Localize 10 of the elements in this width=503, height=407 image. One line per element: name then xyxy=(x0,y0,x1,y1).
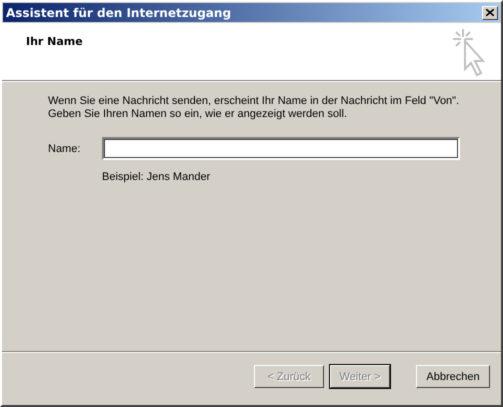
window-title: Assistent für den Internetzugang xyxy=(6,6,232,20)
example-text: Beispiel: Jens Mander xyxy=(102,171,212,183)
close-button[interactable] xyxy=(482,6,498,20)
name-label: Name: xyxy=(48,142,82,154)
page-title: Ihr Name xyxy=(26,35,83,50)
instruction-text: Geben Sie Ihren Namen so ein, wie er angezeigt werden soll. xyxy=(48,108,348,121)
cancel-button[interactable]: Abbrechen xyxy=(416,365,490,388)
instruction-text: Wenn Sie eine Nachricht senden, erscheint Ihr Name in der Nachricht im Feld "Von". xyxy=(48,95,460,108)
close-icon xyxy=(486,9,494,16)
name-input[interactable] xyxy=(102,137,460,160)
